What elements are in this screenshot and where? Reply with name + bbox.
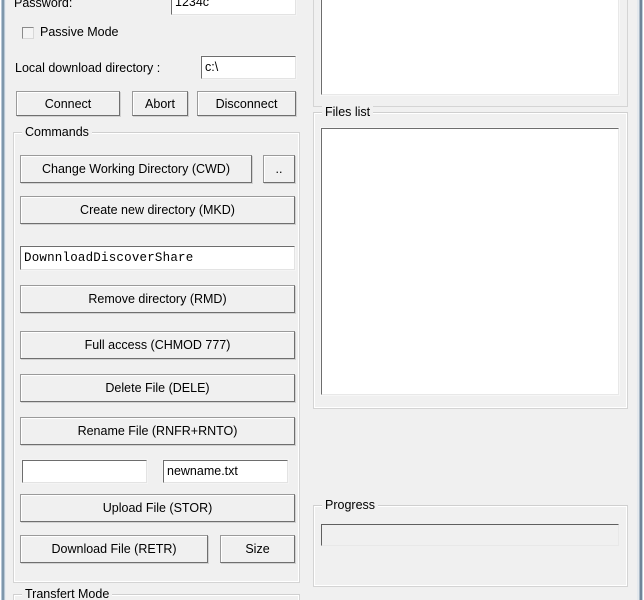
passive-mode-label: Passive Mode bbox=[40, 25, 119, 39]
ftp-client-window: Password: 1234c Passive Mode Local downl… bbox=[0, 0, 644, 600]
commands-group-title: Commands bbox=[22, 125, 92, 139]
progress-group-highlight bbox=[314, 506, 627, 586]
files-listbox[interactable] bbox=[320, 127, 620, 396]
cwd-button[interactable]: Change Working Directory (CWD) bbox=[20, 155, 252, 183]
parent-directory-button[interactable]: .. bbox=[263, 155, 295, 183]
passive-mode-checkbox[interactable]: Passive Mode bbox=[22, 26, 119, 39]
size-button[interactable]: Size bbox=[220, 535, 295, 563]
checkbox-box-icon bbox=[22, 26, 34, 39]
disconnect-button[interactable]: Disconnect bbox=[197, 91, 296, 116]
progress-group-title: Progress bbox=[322, 498, 379, 512]
retr-button[interactable]: Download File (RETR) bbox=[20, 535, 208, 563]
password-input[interactable]: 1234c bbox=[170, 0, 297, 16]
window-right-border bbox=[634, 0, 644, 600]
abort-button[interactable]: Abort bbox=[132, 91, 188, 116]
progress-bar bbox=[321, 524, 619, 546]
local-directory-label: Local download directory : bbox=[15, 61, 161, 75]
chmod-button[interactable]: Full access (CHMOD 777) bbox=[20, 331, 295, 359]
connect-button[interactable]: Connect bbox=[16, 91, 120, 116]
rename-button[interactable]: Rename File (RNFR+RNTO) bbox=[20, 417, 295, 445]
window-left-border bbox=[0, 0, 8, 600]
log-listbox[interactable] bbox=[320, 0, 620, 96]
files-list-group-title: Files list bbox=[322, 105, 374, 119]
transfer-mode-group: Transfert Mode bbox=[13, 587, 300, 600]
stor-button[interactable]: Upload File (STOR) bbox=[20, 494, 295, 522]
password-label: Password: bbox=[14, 0, 73, 10]
local-directory-input[interactable]: c:\ bbox=[200, 55, 297, 80]
client-area: Password: 1234c Passive Mode Local downl… bbox=[8, 0, 634, 600]
progress-group: Progress bbox=[313, 498, 628, 587]
password-label-clip: Password: bbox=[14, 0, 174, 16]
newname-input[interactable]: newname.txt bbox=[162, 459, 289, 484]
oldname-input[interactable] bbox=[21, 459, 148, 484]
mkd-button[interactable]: Create new directory (MKD) bbox=[20, 196, 295, 224]
directory-name-input[interactable]: DownnloadDiscoverShare bbox=[19, 245, 296, 271]
dele-button[interactable]: Delete File (DELE) bbox=[20, 374, 295, 402]
rmd-button[interactable]: Remove directory (RMD) bbox=[20, 285, 295, 313]
transfer-mode-group-title: Transfert Mode bbox=[22, 587, 113, 600]
